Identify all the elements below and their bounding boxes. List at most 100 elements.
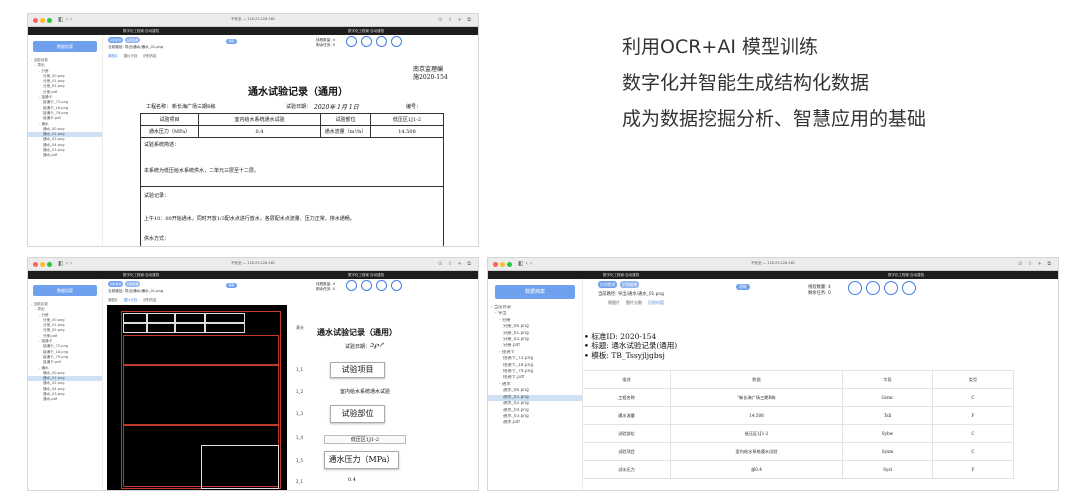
table-cell: 14.508 [670, 406, 843, 425]
cell: 14.508 [370, 125, 444, 138]
data-archive-button[interactable]: 数据档案 [494, 285, 576, 299]
reset-icon[interactable] [391, 280, 402, 291]
rotate-icon[interactable] [376, 280, 387, 291]
tree-item[interactable]: 通水.pdf [28, 397, 102, 402]
result-button[interactable]: 识别结果 [125, 281, 140, 287]
browser-titlebar: ◧ ‹ › 不安全 — 116.23.226.181 ⊙ ⇧ + ⧉ [28, 258, 478, 271]
tree-item[interactable]: 通水.pdf [28, 153, 102, 158]
tab-segment[interactable]: 图片分割 [626, 300, 642, 305]
reset-icon[interactable] [391, 36, 402, 47]
address-bar[interactable]: 不安全 — 116.23.226.181 [488, 261, 1058, 266]
browser-tab-bar: 数字化工程案·自动建档 数字化工程案·自动建档 [28, 27, 478, 35]
table-cell: C [932, 388, 1014, 407]
zoom-out-icon[interactable] [361, 280, 372, 291]
tab-original[interactable]: 原图片 [608, 300, 620, 305]
zoom-out-icon[interactable] [361, 36, 372, 47]
cell: 通水流量（m³/h） [320, 125, 371, 138]
detect-button[interactable]: 识别检测 [108, 281, 123, 287]
segment-box [201, 445, 279, 489]
tab-result[interactable]: 识别内容 [648, 300, 664, 305]
extract-button[interactable]: 提取 [226, 39, 237, 44]
browser-tab[interactable]: 数字化工程案·自动建档 [348, 29, 384, 34]
segment-box [175, 323, 205, 333]
file-tree: - 当前目录 - 导出 - 分册 分册_00.png 分册_01.png 分册_02.pn… [488, 305, 582, 427]
segment-box [123, 323, 147, 333]
view-tabs: 原图片 图片分割 识别内容 [108, 297, 162, 302]
current-path: 当前路径: 导出/通水/通水_01.png [598, 292, 664, 297]
tree-item[interactable]: 通水.pdf [488, 420, 582, 426]
crop-label: 表头 [296, 325, 304, 330]
browser-toolbar-icons[interactable]: ⊙ ⇧ + ⧉ [438, 261, 473, 267]
tab-original[interactable]: 原图片 [108, 298, 118, 302]
rotate-icon[interactable] [884, 281, 898, 295]
segment-crops: 表头 通水试验记录（通用） 试验日期： ɔ℘↗ 试验项目 室内给水系统通水试验 … [290, 305, 478, 490]
browser-tab[interactable]: 数字化工程案·自动建档 [123, 29, 159, 34]
browser-tab[interactable]: 数字化工程案·自动建档 [888, 273, 924, 278]
tab-segment[interactable]: 图片分割 [124, 298, 137, 302]
screenshot-ocr-original: ◧ ‹ › 不安全 — 116.23.226.181 ⊙ ⇧ + ⧉ 数字化工程… [28, 14, 478, 246]
tab-original[interactable]: 原图片 [108, 54, 118, 58]
detect-button[interactable]: 识别检测 [108, 37, 123, 43]
signature-icon: ɔ℘↗ [370, 341, 385, 349]
result-button[interactable]: 识别结果 [620, 281, 639, 288]
crop-pressure: 通水压力（MPa） [324, 451, 399, 469]
cell: 低压区1J1-2 [370, 113, 444, 126]
table-cell: 低压区1J1-2 [670, 424, 843, 443]
column-header: 类型 [932, 370, 1014, 389]
current-path: 当前路径: 导出/通水/通水_01.png [108, 289, 164, 293]
browser-tab[interactable]: 数字化工程案·自动建档 [123, 273, 159, 278]
tab-segment[interactable]: 图片分割 [124, 54, 137, 58]
table-cell: 通水流量 [582, 406, 671, 425]
cell: 试验部位 [320, 113, 371, 126]
table-cell: 工程名称 [582, 388, 671, 407]
browser-toolbar-icons[interactable]: ⊙ ⇧ + ⧉ [438, 17, 473, 23]
template-id: 模板: TB_Tssyjljgbsj [584, 351, 677, 360]
crop-sys: 室内给水系统通水试验 [339, 389, 390, 395]
tab-result[interactable]: 识别内容 [143, 54, 156, 58]
reset-icon[interactable] [902, 281, 916, 295]
detect-button[interactable]: 识别检测 [598, 281, 617, 288]
zoom-in-icon[interactable] [848, 281, 862, 295]
desc-text: 本系统为低压给水系统供水，二单元三层至十二层。 [144, 168, 260, 174]
column-header: 字段 [842, 370, 933, 389]
table-cell: 试水压力 [582, 460, 671, 479]
crop-item: 试验项目 [330, 362, 385, 378]
table-cell: F [932, 406, 1014, 425]
screenshot-ocr-result: ◧ ‹ › 不安全 — 116.23.226.181 ⊙ ⇧ + ⧉ 数字化工程… [488, 258, 1058, 490]
table-row: 工程名称 "新长海广场三期B栋 Gcmc C [582, 388, 1014, 407]
table-cell: "新长海广场三期B栋 [670, 388, 843, 407]
browser-tab[interactable]: 数字化工程案·自动建档 [603, 273, 639, 278]
tab-result[interactable]: 识别内容 [143, 298, 156, 302]
column-header: 描述 [582, 370, 671, 389]
crop-part: 试验部位 [330, 405, 385, 423]
record-text: 上午10：00开始通水，同时开放1/3配水点进行放水，各层配水点流量、压力正常，… [144, 216, 355, 222]
sidebar: 数据档案 - 当前目录 - 导出 - 分册 分册_00.png 分册_01.png 分册_… [28, 35, 103, 246]
browser-tab-bar: 数字化工程案·自动建档 数字化工程案·自动建档 [28, 271, 478, 279]
result-button[interactable]: 识别结果 [125, 37, 140, 43]
browser-toolbar-icons[interactable]: ⊙ ⇧ + ⧉ [1018, 261, 1053, 267]
row-id: 1_2 [296, 389, 304, 394]
zoom-in-icon[interactable] [346, 280, 357, 291]
browser-tab-bar: 数字化工程案·自动建档 数字化工程案·自动建档 [488, 271, 1058, 279]
rotate-icon[interactable] [376, 36, 387, 47]
table-cell: 试验部位 [582, 424, 671, 443]
result-summary: 标准ID: 2020-154 标题: 通水试验记录(通用) 模板: TB_Tss… [584, 332, 677, 360]
address-bar[interactable]: 不安全 — 116.23.226.181 [28, 17, 478, 22]
remaining-tasks: 剩余任务: 0 [808, 291, 831, 296]
date-value: 2020年 1月 1日 [314, 104, 359, 111]
number-label: 编号： [406, 104, 422, 110]
zoom-out-icon[interactable] [866, 281, 880, 295]
standard-id: 标准ID: 2020-154 [584, 332, 677, 341]
zoom-in-icon[interactable] [346, 36, 357, 47]
table-row: 试验项目 室内给水系统通水试验 Syxm C [582, 442, 1014, 461]
sidebar: 数据档案 - 当前目录 - 导出 - 分册 分册_00.png 分册_01.png 分册_… [28, 279, 103, 490]
browser-titlebar: ◧ ‹ › 不安全 — 116.23.226.181 ⊙ ⇧ + ⧉ [28, 14, 478, 27]
main-toolbar: 识别检测 识别结果 当前路径: 导出/通水/通水_01.png 提取 线程数量:… [106, 35, 478, 61]
address-bar[interactable]: 不安全 — 116.23.226.181 [28, 261, 478, 266]
extract-button[interactable]: 提取 [736, 284, 750, 290]
browser-tab[interactable]: 数字化工程案·自动建档 [348, 273, 384, 278]
table-cell: Syxm [842, 442, 933, 461]
extract-button[interactable]: 提取 [226, 283, 237, 288]
data-archive-button[interactable]: 数据档案 [33, 285, 97, 296]
data-archive-button[interactable]: 数据档案 [33, 41, 97, 52]
